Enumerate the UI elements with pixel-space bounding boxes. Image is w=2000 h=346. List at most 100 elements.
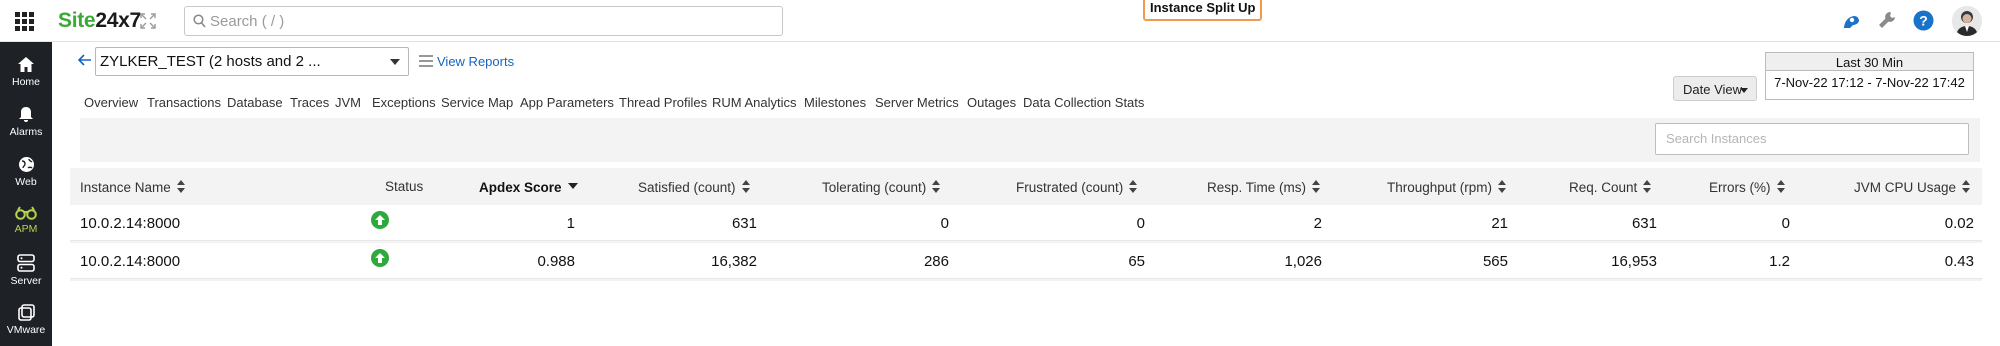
sort-icon [1129,179,1138,193]
app-grid-icon[interactable] [15,12,34,31]
cell-frustrated: 65 [1128,253,1145,270]
status-up-icon [371,249,389,267]
tab-rum-analytics[interactable]: RUM Analytics [712,95,797,110]
search-icon [193,14,206,28]
instance-search-input[interactable] [1656,124,1956,152]
date-view-dropdown[interactable]: Date View [1673,76,1757,101]
tab-instance-split-up[interactable]: Instance Split Up [1143,0,1263,21]
cell-errors: 0 [1781,215,1790,232]
cell-instance[interactable]: 10.0.2.14:8000 [80,253,180,270]
sidebar-item-home[interactable]: Home [0,56,52,88]
cell-throughput: 565 [1482,253,1508,270]
status-up-icon [371,211,389,229]
sort-icon [176,179,185,193]
col-tolerating[interactable]: Tolerating (count) [822,179,941,195]
help-icon[interactable]: ? [1913,10,1934,31]
tab-data-collection-stats[interactable]: Data Collection Stats [1023,95,1144,110]
sidebar-item-vmware[interactable]: VMware [0,304,52,336]
tab-exceptions[interactable]: Exceptions [372,95,436,110]
cell-throughput: 21 [1491,215,1508,232]
wrench-icon[interactable] [1877,10,1897,30]
user-avatar[interactable] [1952,6,1982,36]
global-search[interactable] [184,6,783,36]
table-row[interactable] [70,243,1982,279]
tab-milestones[interactable]: Milestones [804,95,866,110]
cell-resp-time: 1,026 [1284,253,1322,270]
cell-frustrated: 0 [1136,215,1145,232]
sort-icon [1643,179,1652,193]
cell-tolerating: 286 [923,253,949,270]
instance-search[interactable] [1655,123,1969,155]
caret-down-icon [1740,88,1748,93]
col-satisfied[interactable]: Satisfied (count) [638,179,750,195]
sidebar: Home Alarms Web APM Server VMware [0,42,52,346]
sidebar-item-web[interactable]: Web [0,156,52,188]
search-input[interactable] [210,10,770,32]
tab-transactions[interactable]: Transactions [147,95,221,110]
col-frustrated[interactable]: Frustrated (count) [1016,179,1138,195]
table-row[interactable] [70,205,1982,241]
date-view-label: Date View [1683,82,1743,97]
col-apdex-score[interactable]: Apdex Score [479,180,578,195]
period-range: 7-Nov-22 17:12 - 7-Nov-22 17:42 [1774,75,1965,90]
tab-overview[interactable]: Overview [84,95,138,110]
sort-icon [932,179,941,193]
cell-tolerating: 0 [940,215,949,232]
tab-jvm[interactable]: JVM [335,95,361,110]
col-jvm-cpu[interactable]: JVM CPU Usage [1854,179,1971,195]
col-errors[interactable]: Errors (%) [1709,179,1785,195]
sort-icon [1776,179,1785,193]
cell-jvm-cpu: 0.02 [1944,215,1974,232]
cell-resp-time: 2 [1313,215,1322,232]
table-empty-area [70,281,1982,346]
expand-icon[interactable] [140,13,156,29]
home-icon [18,57,34,72]
cell-apdex: 1 [566,215,575,232]
back-arrow-icon[interactable] [78,54,92,66]
cell-errors: 1.2 [1769,253,1790,270]
cell-apdex: 0.988 [537,253,575,270]
tab-server-metrics[interactable]: Server Metrics [875,95,959,110]
tab-database[interactable]: Database [227,95,283,110]
sort-icon [741,179,750,193]
sort-icon [1962,179,1971,193]
sidebar-item-apm[interactable]: APM [0,206,52,235]
svg-text:?: ? [1919,13,1928,29]
tab-thread-profiles[interactable]: Thread Profiles [619,95,707,110]
sort-icon [1498,179,1507,193]
col-status: Status [385,179,424,194]
top-bar: Site24x7 ? [0,0,2000,42]
period-label: Last 30 Min [1766,53,1973,71]
view-reports-link[interactable]: View Reports [419,54,514,69]
cell-satisfied: 16,382 [711,253,757,270]
tab-outages[interactable]: Outages [967,95,1016,110]
tab-traces[interactable]: Traces [290,95,329,110]
server-icon [17,254,35,272]
vmware-icon [17,304,35,321]
sort-desc-icon [567,182,578,189]
list-icon [419,55,433,67]
monitor-select-value: ZYLKER_TEST (2 hosts and 2 ... [100,53,321,70]
col-throughput[interactable]: Throughput (rpm) [1387,179,1507,195]
tab-app-parameters[interactable]: App Parameters [520,95,614,110]
support-agent-icon[interactable] [1840,10,1862,32]
chevron-down-icon [390,59,400,65]
time-period-selector[interactable]: Last 30 Min 7-Nov-22 17:12 - 7-Nov-22 17… [1765,52,1974,100]
col-instance-name[interactable]: Instance Name [80,179,185,195]
cell-satisfied: 631 [731,215,757,232]
cell-req-count: 631 [1631,215,1657,232]
globe-icon [18,157,34,172]
sidebar-item-alarms[interactable]: Alarms [0,106,52,138]
binoculars-icon [15,206,37,220]
monitor-select[interactable]: ZYLKER_TEST (2 hosts and 2 ... [95,47,409,76]
tab-service-map[interactable]: Service Map [441,95,513,110]
bell-icon [19,107,33,122]
col-resp-time[interactable]: Resp. Time (ms) [1207,179,1321,195]
site24x7-logo[interactable]: Site24x7 [58,9,141,33]
col-req-count[interactable]: Req. Count [1569,179,1652,195]
cell-jvm-cpu: 0.43 [1944,253,1974,270]
cell-req-count: 16,953 [1611,253,1657,270]
sidebar-item-server[interactable]: Server [0,254,52,287]
cell-instance[interactable]: 10.0.2.14:8000 [80,215,180,232]
sort-icon [1312,179,1321,193]
